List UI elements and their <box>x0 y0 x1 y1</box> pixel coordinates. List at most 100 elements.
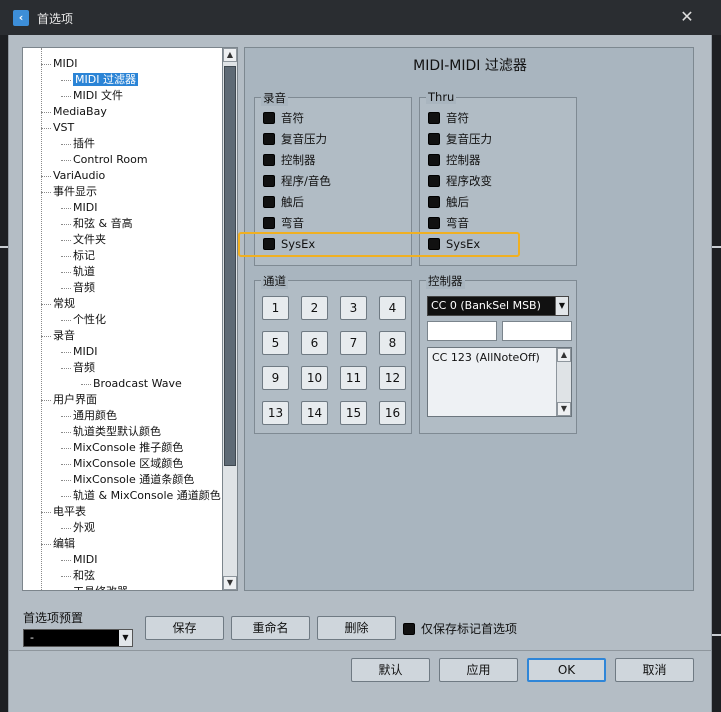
channel-button[interactable]: 15 <box>340 401 367 425</box>
thru-checkbox[interactable]: 触后 <box>428 194 469 210</box>
thru-checkbox[interactable]: 控制器 <box>428 152 481 168</box>
tree-item[interactable]: MediaBay <box>53 104 107 119</box>
save-button[interactable]: 保存 <box>145 616 224 640</box>
channel-button[interactable]: 13 <box>262 401 289 425</box>
checkbox-icon <box>263 154 275 166</box>
channel-button[interactable]: 9 <box>262 366 289 390</box>
tree-item-label: 和弦 <box>73 569 95 582</box>
controller-select-value: CC 0 (BankSel MSB) <box>431 299 541 312</box>
tree-connector <box>41 48 42 590</box>
channel-button[interactable]: 11 <box>340 366 367 390</box>
tree-item[interactable]: MIDI 文件 <box>73 88 123 103</box>
list-scroll-down[interactable]: ▼ <box>557 402 571 416</box>
record-checkbox[interactable]: 复音压力 <box>263 131 327 147</box>
controller-select[interactable]: CC 0 (BankSel MSB) ▼ <box>427 296 569 316</box>
thru-checkbox[interactable]: 程序改变 <box>428 173 492 189</box>
scroll-thumb[interactable] <box>224 66 236 466</box>
tree-item[interactable]: VST <box>53 120 74 135</box>
tree-item[interactable]: MIDI <box>73 344 97 359</box>
tree-item[interactable]: 个性化 <box>73 312 106 327</box>
scroll-up-button[interactable]: ▲ <box>223 48 237 62</box>
tree-item[interactable]: 音频 <box>73 360 95 375</box>
record-checkbox[interactable]: 弯音 <box>263 215 304 231</box>
channel-button[interactable]: 14 <box>301 401 328 425</box>
tree-item[interactable]: MIDI <box>73 552 97 567</box>
tree-connector <box>61 160 71 161</box>
controller-list[interactable]: CC 123 (AllNoteOff) ▲ ▼ <box>427 347 572 417</box>
checkbox-icon <box>403 623 415 635</box>
tree-item[interactable]: 音频 <box>73 280 95 295</box>
thru-checkbox[interactable]: 弯音 <box>428 215 469 231</box>
tree-item[interactable]: MixConsole 通道条颜色 <box>73 472 194 487</box>
close-button[interactable]: ✕ <box>677 6 697 28</box>
apply-button[interactable]: 应用 <box>439 658 518 682</box>
channel-button[interactable]: 3 <box>340 296 367 320</box>
channel-button[interactable]: 4 <box>379 296 406 320</box>
tree-item[interactable]: MIDI <box>73 200 97 215</box>
tree-item[interactable]: VariAudio <box>53 168 105 183</box>
default-button[interactable]: 默认 <box>351 658 430 682</box>
channel-button[interactable]: 8 <box>379 331 406 355</box>
tree-connector <box>61 368 71 369</box>
tree-item[interactable]: 和弦 <box>73 568 95 583</box>
tree-item[interactable]: MIDI <box>53 56 77 71</box>
channel-button[interactable]: 1 <box>262 296 289 320</box>
record-checkbox[interactable]: 音符 <box>263 110 304 126</box>
tree-item-label: MIDI <box>73 345 98 358</box>
tree-item[interactable]: 插件 <box>73 136 95 151</box>
panel-title: MIDI-MIDI 过滤器 <box>413 58 527 74</box>
tree-item[interactable]: 事件显示 <box>53 184 97 199</box>
list-item[interactable]: CC 123 (AllNoteOff) <box>432 351 540 364</box>
controller-input-left[interactable] <box>427 321 497 341</box>
tree-item[interactable]: MixConsole 推子颜色 <box>73 440 183 455</box>
cancel-button[interactable]: 取消 <box>615 658 694 682</box>
tree-connector <box>61 320 71 321</box>
tree-item[interactable]: MixConsole 区域颜色 <box>73 456 183 471</box>
tree-item[interactable]: 标记 <box>73 248 95 263</box>
record-checkbox[interactable]: 触后 <box>263 194 304 210</box>
tree-item-label: MIDI <box>73 553 98 566</box>
channel-button[interactable]: 7 <box>340 331 367 355</box>
tree-item[interactable]: 工具修改器 <box>73 584 128 590</box>
tree-connector <box>41 544 51 545</box>
tree-item[interactable]: 电平表 <box>53 504 86 519</box>
rename-button[interactable]: 重命名 <box>231 616 310 640</box>
ok-button[interactable]: OK <box>527 658 606 682</box>
thru-checkbox[interactable]: 复音压力 <box>428 131 492 147</box>
preset-select[interactable]: - ▼ <box>23 629 133 647</box>
tree-scrollbar[interactable]: ▲ ▼ <box>222 47 238 591</box>
list-scroll-up[interactable]: ▲ <box>557 348 571 362</box>
channel-button[interactable]: 16 <box>379 401 406 425</box>
scroll-down-button[interactable]: ▼ <box>223 576 237 590</box>
tree-item[interactable]: 用户界面 <box>53 392 97 407</box>
tree-item[interactable]: 常规 <box>53 296 75 311</box>
tree-item[interactable]: Broadcast Wave <box>93 376 182 391</box>
tree-item[interactable]: 录音 <box>53 328 75 343</box>
thru-checkbox[interactable]: 音符 <box>428 110 469 126</box>
tree-item[interactable]: 轨道 <box>73 264 95 279</box>
controller-input-right[interactable] <box>502 321 572 341</box>
record-checkbox[interactable]: 控制器 <box>263 152 316 168</box>
tree-connector <box>61 224 71 225</box>
record-checkbox[interactable]: 程序/音色 <box>263 173 331 189</box>
only-marked-checkbox[interactable]: 仅保存标记首选项 <box>403 621 517 637</box>
channel-button[interactable]: 5 <box>262 331 289 355</box>
channel-button[interactable]: 6 <box>301 331 328 355</box>
delete-button[interactable]: 删除 <box>317 616 396 640</box>
channel-button[interactable]: 12 <box>379 366 406 390</box>
channel-button[interactable]: 2 <box>301 296 328 320</box>
tree-item[interactable]: MIDI 过滤器 <box>73 72 138 87</box>
channel-button[interactable]: 10 <box>301 366 328 390</box>
tree-item[interactable]: 和弦 & 音高 <box>73 216 133 231</box>
tree-item[interactable]: 通用颜色 <box>73 408 117 423</box>
list-scrollbar[interactable]: ▲ ▼ <box>556 348 571 416</box>
tree-item[interactable]: Control Room <box>73 152 148 167</box>
tree-item[interactable]: 文件夹 <box>73 232 106 247</box>
preset-select-value: - <box>30 631 34 644</box>
tree-connector <box>61 496 71 497</box>
controller-group-label: 控制器 <box>426 273 465 289</box>
tree-item[interactable]: 外观 <box>73 520 95 535</box>
tree-item[interactable]: 轨道 & MixConsole 通道颜色 <box>73 488 221 503</box>
tree-item[interactable]: 编辑 <box>53 536 75 551</box>
tree-item[interactable]: 轨道类型默认颜色 <box>73 424 161 439</box>
